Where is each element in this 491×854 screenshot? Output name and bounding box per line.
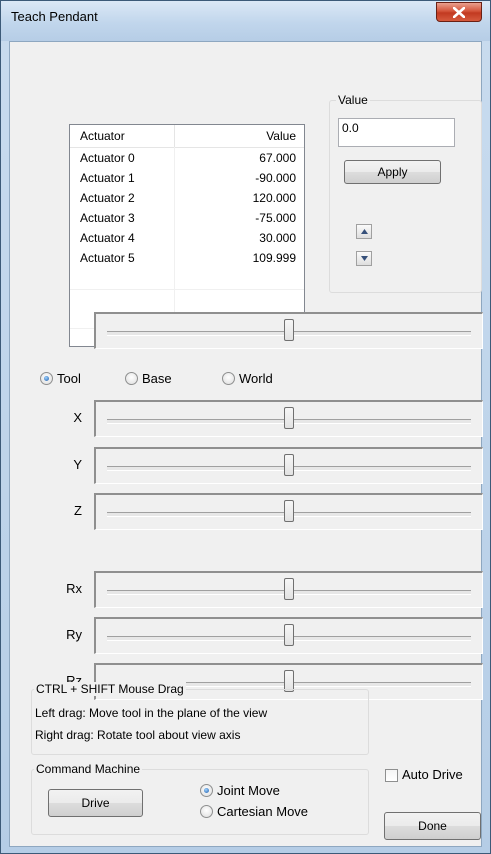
value-input[interactable]: 0.0 (338, 118, 455, 147)
radio-tool-label[interactable]: Tool (57, 371, 81, 386)
apply-button-label: Apply (377, 165, 408, 179)
teach-pendant-window: Teach Pendant Actuator Value Actuator 0 6… (0, 0, 491, 854)
table-cell-actuator[interactable]: Actuator 1 (80, 171, 135, 185)
header-divider (174, 125, 175, 147)
slider-thumb[interactable] (284, 500, 294, 522)
slider-thumb[interactable] (284, 407, 294, 429)
drive-button[interactable]: Drive (48, 789, 143, 817)
radio-base[interactable] (125, 372, 138, 385)
table-cell-value[interactable]: 109.999 (253, 251, 296, 265)
arrow-up-icon (360, 229, 368, 234)
window-title: Teach Pendant (11, 9, 98, 24)
table-cell-actuator[interactable]: Actuator 2 (80, 191, 135, 205)
arrow-down-icon (360, 256, 368, 261)
done-button-label: Done (418, 819, 447, 833)
axis-slider-y[interactable] (94, 447, 483, 484)
right-drag-help: Right drag: Rotate tool about view axis (35, 728, 241, 742)
auto-drive-label[interactable]: Auto Drive (402, 767, 463, 782)
table-cell-actuator[interactable]: Actuator 0 (80, 151, 135, 165)
done-button[interactable]: Done (384, 812, 481, 840)
mouse-drag-title: CTRL + SHIFT Mouse Drag (34, 682, 186, 696)
drive-button-label: Drive (81, 796, 110, 810)
axis-slider-x[interactable] (94, 400, 483, 437)
axis-label-x: X (73, 410, 82, 425)
table-cell-value[interactable]: -90.000 (255, 171, 296, 185)
radio-tool[interactable] (40, 372, 53, 385)
table-cell-actuator[interactable]: Actuator 5 (80, 251, 135, 265)
mouse-drag-groupbox: CTRL + SHIFT Mouse Drag (31, 682, 369, 755)
slider-thumb[interactable] (284, 319, 294, 341)
column-header-value[interactable]: Value (266, 129, 296, 143)
radio-world-label[interactable]: World (239, 371, 273, 386)
left-drag-help: Left drag: Move tool in the plane of the… (35, 706, 268, 720)
axis-label-rx: Rx (66, 581, 82, 596)
axis-label-z: Z (74, 503, 82, 518)
axis-label-ry: Ry (66, 627, 82, 642)
table-cell-actuator[interactable]: Actuator 4 (80, 231, 135, 245)
column-header-actuator[interactable]: Actuator (80, 129, 125, 143)
axis-label-y: Y (73, 457, 82, 472)
radio-cartesian-move[interactable] (200, 805, 213, 818)
title-bar[interactable]: Teach Pendant (1, 1, 490, 41)
table-cell-value[interactable]: 120.000 (253, 191, 296, 205)
radio-joint-move[interactable] (200, 784, 213, 797)
table-cell-value[interactable]: 67.000 (259, 151, 296, 165)
radio-base-label[interactable]: Base (142, 371, 172, 386)
value-input-text: 0.0 (342, 121, 359, 135)
table-cell-value[interactable]: 30.000 (259, 231, 296, 245)
apply-button[interactable]: Apply (344, 160, 441, 184)
table-cell-value[interactable]: -75.000 (255, 211, 296, 225)
radio-cartesian-move-label[interactable]: Cartesian Move (217, 804, 308, 819)
value-group-title: Value (336, 93, 370, 107)
auto-drive-checkbox[interactable] (385, 769, 398, 782)
command-machine-title: Command Machine (34, 762, 143, 776)
axis-slider-rx[interactable] (94, 571, 483, 608)
table-cell-actuator[interactable]: Actuator 3 (80, 211, 135, 225)
axis-slider-z[interactable] (94, 493, 483, 530)
actuator-slider[interactable] (94, 312, 483, 349)
close-button[interactable] (436, 2, 482, 22)
slider-thumb[interactable] (284, 454, 294, 476)
spin-down-button[interactable] (356, 251, 372, 266)
close-x-icon (453, 6, 465, 18)
client-area: Actuator Value Actuator 0 67.000 Actuator … (9, 41, 483, 847)
slider-thumb[interactable] (284, 578, 294, 600)
spin-up-button[interactable] (356, 224, 372, 239)
table-header: Actuator Value (70, 125, 304, 148)
slider-thumb[interactable] (284, 624, 294, 646)
axis-slider-ry[interactable] (94, 617, 483, 654)
radio-joint-move-label[interactable]: Joint Move (217, 783, 280, 798)
row-separator (70, 289, 304, 290)
radio-world[interactable] (222, 372, 235, 385)
